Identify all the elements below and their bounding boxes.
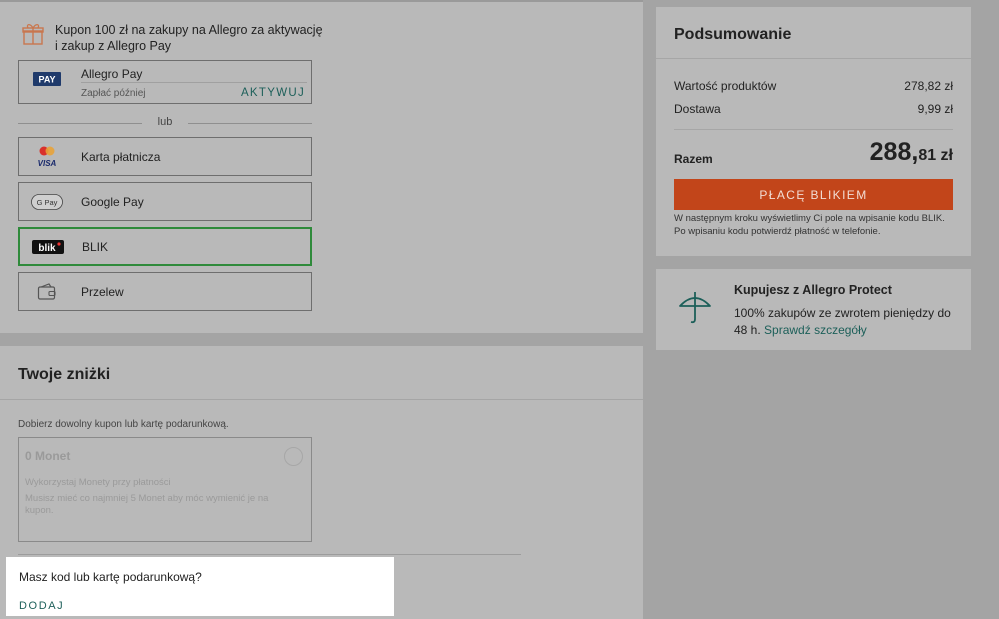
total-label: Razem — [674, 152, 713, 166]
promo-banner: Kupon 100 zł na zakupy na Allegro za akt… — [22, 22, 323, 54]
allegro-pay-title: Allegro Pay — [81, 67, 143, 81]
total-fraction: 81 zł — [918, 147, 953, 164]
payment-method-label: Karta płatnicza — [81, 149, 161, 164]
discounts-hint: Dobierz dowolny kupon lub kartę podarunk… — [18, 419, 229, 430]
protect-text: 100% zakupów ze zwrotem pieniędzy do 48 … — [734, 305, 956, 338]
total-main: 288, — [869, 138, 919, 166]
allegro-pay-divider — [81, 82, 307, 83]
allegro-pay-subtitle: Zapłać później — [81, 88, 146, 99]
monety-card[interactable]: 0 Monet Wykorzystaj Monety przy płatnośc… — [18, 437, 312, 542]
summary-divider — [656, 58, 971, 59]
products-value: 278,82 zł — [904, 79, 953, 93]
or-label: lub — [157, 116, 173, 128]
or-line-right — [188, 123, 312, 124]
gift-code-box: Masz kod lub kartę podarunkową? DODAJ — [6, 557, 394, 616]
discounts-divider-2 — [18, 554, 521, 555]
allegro-protect-panel: Kupujesz z Allegro Protect 100% zakupów … — [656, 269, 971, 350]
protect-details-link[interactable]: Sprawdź szczegóły — [764, 323, 867, 337]
wallet-icon — [19, 282, 75, 301]
blik-logo-text: blik — [38, 243, 56, 254]
pay-note: W następnym kroku wyświetlimy Ci pole na… — [674, 213, 945, 237]
card-icon: VISA — [19, 146, 75, 168]
or-separator: lub — [18, 116, 312, 130]
blik-icon: blik — [20, 239, 76, 254]
payment-methods-panel: Kupon 100 zł na zakupy na Allegro za akt… — [0, 0, 643, 333]
monety-line2: Musisz mieć co najmniej 5 Monet aby móc … — [25, 493, 269, 516]
payment-method-label: Google Pay — [81, 194, 144, 209]
discounts-divider — [0, 399, 643, 400]
promo-text-line1: Kupon 100 zł na zakupy na Allegro za akt… — [55, 23, 323, 37]
discounts-title: Twoje zniżki — [18, 366, 111, 383]
gift-code-question: Masz kod lub kartę podarunkową? — [19, 570, 202, 584]
monety-title: 0 Monet — [25, 449, 71, 463]
payment-method-label: BLIK — [82, 239, 109, 254]
google-pay-logo-text: G Pay — [37, 198, 58, 207]
summary-panel: Podsumowanie Wartość produktów 278,82 zł… — [656, 7, 971, 256]
add-code-button[interactable]: DODAJ — [19, 600, 64, 612]
select-circle-icon[interactable] — [284, 447, 303, 466]
payment-method-label: Przelew — [81, 284, 124, 299]
delivery-label: Dostawa — [674, 102, 721, 116]
activate-allegro-pay-link[interactable]: AKTYWUJ — [241, 87, 305, 99]
allegro-pay-logo-text: PAY — [38, 75, 55, 85]
summary-divider-2 — [674, 129, 953, 130]
monety-line1: Wykorzystaj Monety przy płatności — [25, 477, 171, 488]
allegro-pay-logo-icon: PAY — [33, 72, 61, 91]
total-amount: 288,81 zł — [870, 138, 953, 167]
pay-blik-button[interactable]: PŁACĘ BLIKIEM — [674, 179, 953, 210]
delivery-value: 9,99 zł — [917, 102, 953, 116]
summary-title: Podsumowanie — [674, 26, 792, 43]
products-label: Wartość produktów — [674, 79, 777, 93]
payment-method-blik[interactable]: blik BLIK — [18, 227, 312, 266]
umbrella-icon — [678, 292, 712, 329]
google-pay-icon: G Pay — [19, 193, 75, 210]
visa-text: VISA — [38, 159, 57, 168]
promo-text-line2: i zakup z Allegro Pay — [55, 39, 172, 53]
products-row: Wartość produktów 278,82 zł — [674, 79, 953, 93]
protect-title: Kupujesz z Allegro Protect — [734, 283, 892, 297]
payment-method-card[interactable]: VISA Karta płatnicza — [18, 137, 312, 176]
gutter — [643, 0, 656, 619]
allegro-pay-option[interactable]: PAY Allegro Pay Zapłać później AKTYWUJ — [18, 60, 312, 104]
gift-icon — [22, 22, 44, 51]
payment-method-transfer[interactable]: Przelew — [18, 272, 312, 311]
delivery-row: Dostawa 9,99 zł — [674, 102, 953, 116]
payment-method-google-pay[interactable]: G Pay Google Pay — [18, 182, 312, 221]
